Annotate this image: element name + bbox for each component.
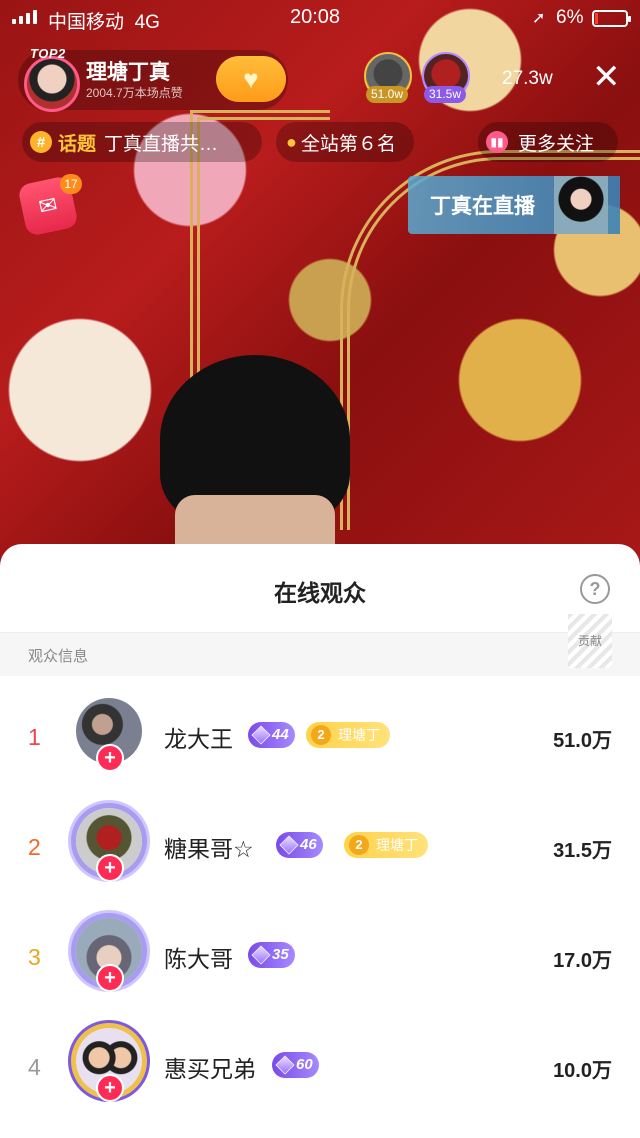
audience-row[interactable]: 2 + 糖果哥☆ 46 2 理塘丁 31.5万 — [0, 794, 640, 904]
red-packet-count: 17 — [60, 174, 82, 194]
help-icon[interactable]: ? — [580, 574, 610, 604]
gem-icon — [279, 835, 299, 855]
more-follow-text: 更多关注 — [518, 133, 595, 155]
username: 惠买兄弟 — [164, 1056, 256, 1082]
level-badge: 46 — [276, 832, 323, 858]
column-header: 观众信息 — [0, 632, 640, 676]
chart-bars-icon: ▮▮ — [486, 131, 508, 153]
follow-button[interactable]: ♥ — [216, 56, 286, 102]
location-icon: ➚ — [532, 10, 546, 27]
column-header-right: 贡献 — [568, 614, 612, 668]
fan-badge: 2 理塘丁 — [344, 832, 428, 858]
topic-text: 丁真直播共… — [104, 133, 219, 155]
username: 糖果哥☆ — [164, 836, 254, 862]
fan-badge: 2 理塘丁 — [306, 722, 390, 748]
promo-thumbnail — [554, 176, 608, 234]
level-badge: 35 — [248, 942, 295, 968]
viewer-count[interactable]: 27.3w — [502, 68, 553, 90]
add-follow-icon[interactable]: + — [96, 1074, 124, 1102]
contribution-score: 17.0万 — [553, 950, 612, 972]
top-viewer-amount: 51.0w — [366, 86, 409, 103]
level-badge: 44 — [248, 722, 295, 748]
audience-row[interactable]: 1 + 龙大王 44 2 理塘丁 51.0万 — [0, 684, 640, 794]
host-likes: 2004.7万本场点赞 — [86, 86, 183, 100]
add-follow-icon[interactable]: + — [96, 964, 124, 992]
rank-number: 2 — [28, 834, 41, 860]
rank-chip[interactable]: ● 全站第６名 — [276, 122, 414, 162]
gem-icon — [275, 1055, 295, 1075]
rank-number: 4 — [28, 1054, 41, 1080]
more-follow-chip[interactable]: ▮▮ 更多关注 — [478, 122, 618, 162]
status-bar: 中国移动 4G 20:08 ➚ 6% — [0, 0, 640, 36]
audience-row[interactable]: 3 + 陈大哥 35 17.0万 — [0, 904, 640, 1014]
column-header-left: 观众信息 — [28, 648, 89, 665]
battery-percent: 6% — [556, 7, 584, 28]
contribution-score: 10.0万 — [553, 1060, 612, 1082]
carrier: 中国移动 4G — [48, 12, 160, 33]
contribution-score: 31.5万 — [553, 840, 612, 862]
clock: 20:08 — [290, 6, 341, 28]
rank-text: 全站第６名 — [300, 133, 396, 155]
audience-sheet: 在线观众 ? 观众信息 贡献 1 + 龙大王 44 2 理塘丁 51.0万 2 +… — [0, 544, 640, 1138]
signal-icon — [12, 10, 37, 24]
level-badge: 60 — [272, 1052, 319, 1078]
username: 陈大哥 — [164, 946, 233, 972]
contribution-score: 51.0万 — [553, 730, 612, 752]
top-viewer-amount: 31.5w — [424, 86, 467, 103]
add-follow-icon[interactable]: + — [96, 744, 124, 772]
host-avatar[interactable] — [24, 56, 80, 112]
audience-row[interactable]: 4 + 惠买兄弟 60 10.0万 — [0, 1014, 640, 1124]
topic-chip[interactable]: # 话题 丁真直播共… — [22, 122, 262, 162]
hashtag-icon: # — [30, 131, 52, 153]
rank-number: 1 — [28, 724, 41, 750]
gem-icon — [251, 945, 271, 965]
topic-tag: 话题 — [58, 133, 97, 155]
heart-plus-icon: ♥ — [243, 64, 259, 94]
gem-icon — [251, 725, 271, 745]
promo-text: 丁真在直播 — [430, 195, 535, 218]
close-button[interactable]: ✕ — [592, 60, 621, 94]
host-name: 理塘丁真 — [86, 61, 170, 84]
top-rank-badge: TOP2 — [30, 46, 66, 61]
sheet-title: 在线观众 — [274, 580, 366, 606]
username: 龙大王 — [164, 726, 233, 752]
flame-icon: ● — [286, 131, 297, 152]
rank-number: 3 — [28, 944, 41, 970]
add-follow-icon[interactable]: + — [96, 854, 124, 882]
battery-icon — [592, 10, 631, 27]
